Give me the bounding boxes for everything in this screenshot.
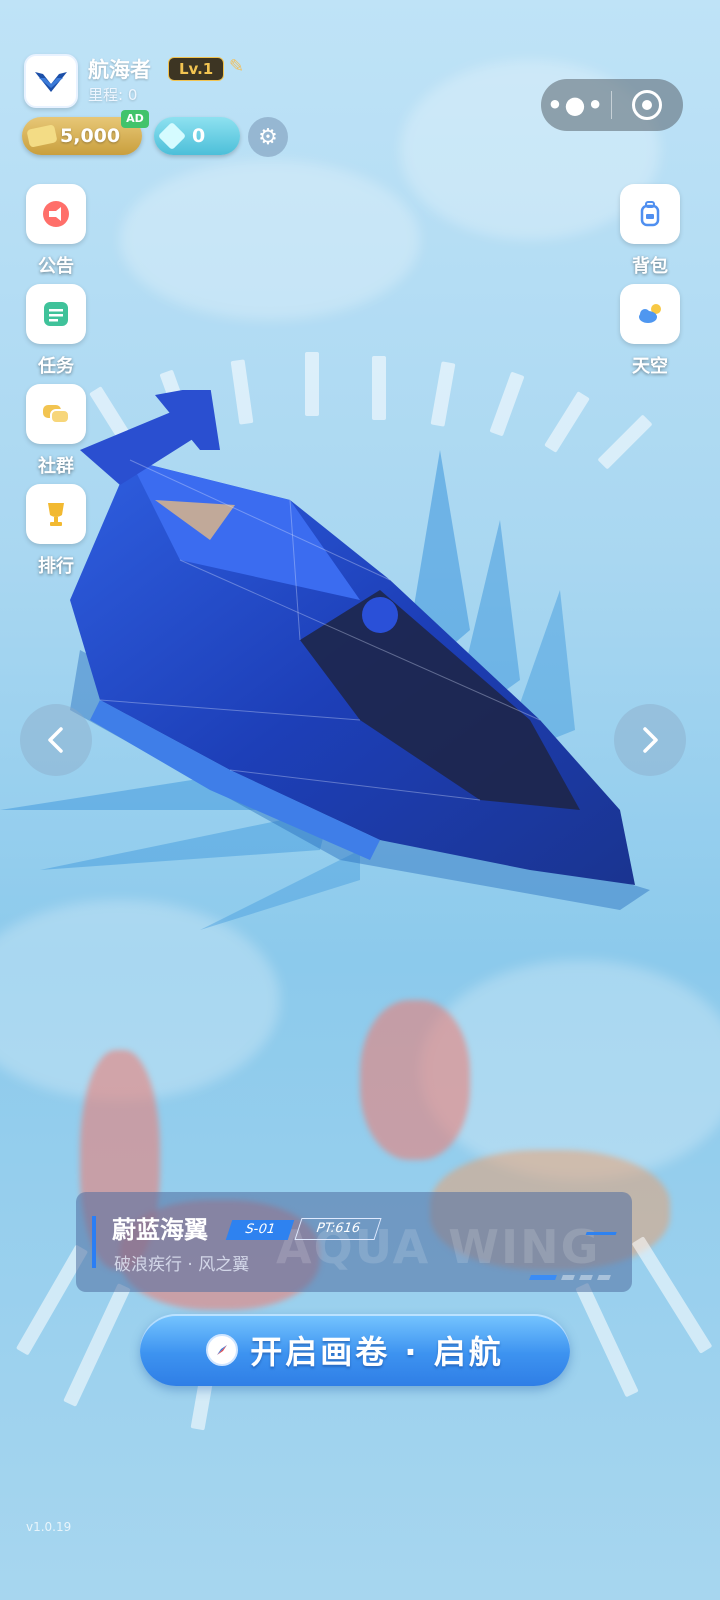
start-voyage-label: 开启画卷 · 启航 [250, 1333, 504, 1371]
task-list-icon [44, 302, 68, 326]
tasks-label: 任务 [38, 356, 74, 377]
boat-info-card: AQUA WING 蔚蓝海翼 S-01 PT:616 破浪疾行 · 风之翼 [76, 1192, 632, 1292]
megaphone-icon [43, 201, 69, 227]
gold-bar-icon [26, 124, 58, 148]
gold-amount: 5,000 [60, 125, 121, 147]
mileage-text: 里程: 0 [88, 86, 138, 104]
close-mini-program-button[interactable] [612, 90, 682, 120]
next-boat-button[interactable] [614, 704, 686, 776]
boat-subtitle: 破浪疾行 · 风之翼 [114, 1255, 250, 1275]
mini-program-capsule: •●• [541, 79, 683, 131]
carousel-indicator [529, 1275, 611, 1280]
compass-icon [206, 1334, 239, 1366]
gem-currency[interactable]: 0 [154, 117, 240, 155]
version-text: v1.0.19 [26, 1520, 72, 1534]
backpack-button[interactable] [620, 184, 680, 244]
backpack-icon [640, 201, 660, 227]
boat-code-tag: S-01 [225, 1220, 295, 1240]
backpack-label: 背包 [632, 256, 668, 277]
start-voyage-button[interactable]: 开启画卷 · 启航 [140, 1314, 570, 1386]
level-badge: Lv.1 [168, 57, 225, 81]
chevron-right-icon [643, 727, 658, 753]
weather-cloud-icon [639, 304, 661, 323]
settings-gear-icon[interactable]: ⚙ [248, 117, 288, 157]
ad-badge[interactable]: AD [121, 110, 149, 128]
card-decoration [581, 1232, 617, 1247]
target-circle-icon [632, 90, 662, 120]
crystal-icon [157, 121, 187, 151]
chevron-left-icon [48, 727, 63, 753]
boat-pt-tag: PT:616 [294, 1218, 382, 1240]
sky-button[interactable] [620, 284, 680, 344]
announcement-label: 公告 [38, 256, 74, 277]
player-name: 航海者 [88, 58, 151, 82]
more-options-icon[interactable]: •●• [541, 91, 611, 119]
previous-boat-button[interactable] [20, 704, 92, 776]
boat-model[interactable] [60, 390, 660, 910]
announcement-button[interactable] [26, 184, 86, 244]
wings-logo-icon [35, 72, 67, 92]
player-avatar[interactable] [24, 54, 78, 108]
card-accent-bar [92, 1216, 96, 1268]
gem-amount: 0 [192, 125, 206, 147]
tasks-button[interactable] [26, 284, 86, 344]
edit-name-pencil-icon[interactable]: ✎ [229, 56, 244, 77]
sky-label: 天空 [632, 356, 668, 377]
boat-name: 蔚蓝海翼 [112, 1216, 208, 1244]
